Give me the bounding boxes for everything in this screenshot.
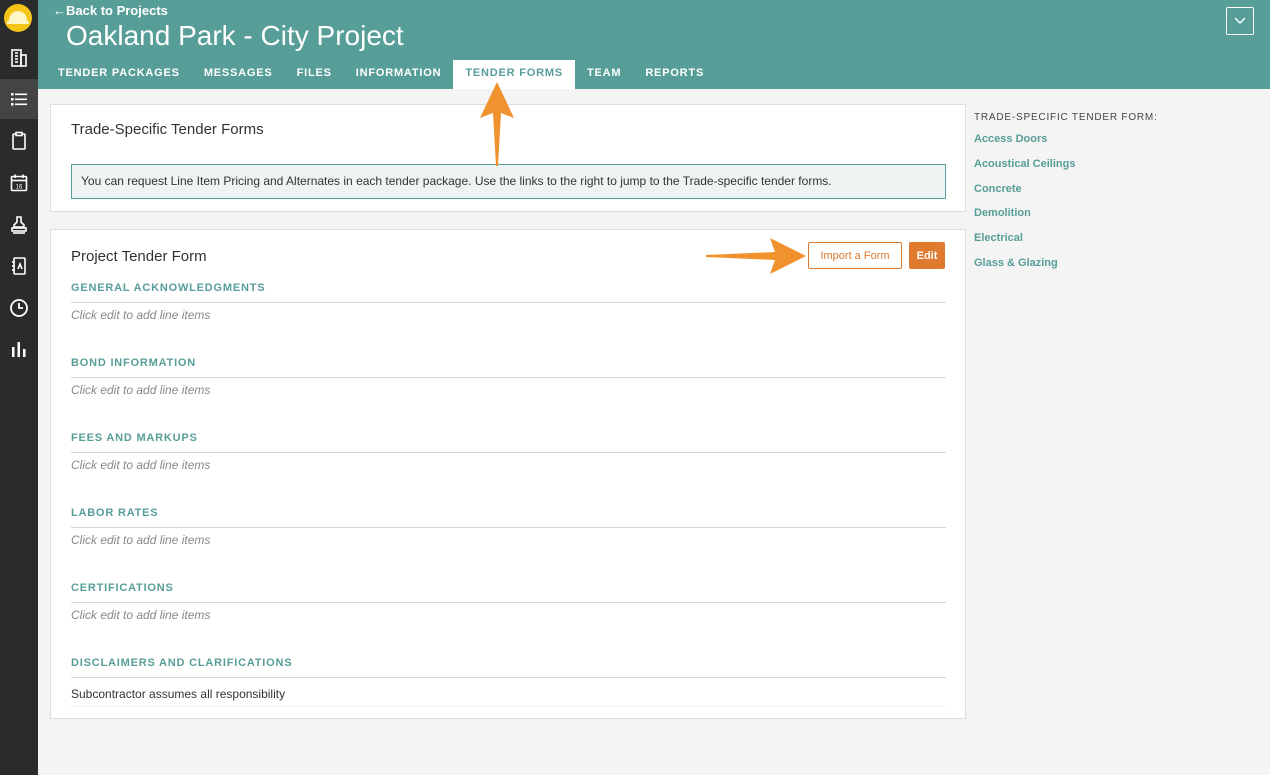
trade-link-concrete[interactable]: Concrete bbox=[974, 183, 1158, 208]
section-line-item: Click edit to add line items bbox=[71, 383, 211, 397]
calendar-day-label: 16 bbox=[16, 185, 23, 191]
section-line-item: Click edit to add line items bbox=[71, 533, 211, 547]
form-section: DISCLAIMERS AND CLARIFICATIONS Subcontra… bbox=[71, 657, 946, 707]
section-heading: BOND INFORMATION bbox=[71, 357, 197, 369]
divider bbox=[71, 377, 946, 378]
tab-team[interactable]: TEAM bbox=[575, 60, 633, 89]
section-line-item: Click edit to add line items bbox=[71, 608, 211, 622]
project-tabs: TENDER PACKAGES MESSAGES FILES INFORMATI… bbox=[46, 60, 716, 89]
stamp-icon[interactable] bbox=[0, 205, 38, 245]
form-section: LABOR RATES Click edit to add line items bbox=[71, 507, 946, 547]
divider bbox=[71, 452, 946, 453]
sidebar-heading: TRADE-SPECIFIC TENDER FORM: bbox=[974, 112, 1158, 123]
form-section: BOND INFORMATION Click edit to add line … bbox=[71, 357, 946, 397]
trade-link-access-doors[interactable]: Access Doors bbox=[974, 133, 1158, 158]
tab-files[interactable]: FILES bbox=[285, 60, 344, 89]
tab-reports[interactable]: REPORTS bbox=[633, 60, 716, 89]
tab-information[interactable]: INFORMATION bbox=[344, 60, 454, 89]
chevron-down-icon bbox=[1234, 17, 1246, 25]
trade-link-demolition[interactable]: Demolition bbox=[974, 207, 1158, 232]
project-tender-form-panel: Project Tender Form Import a Form Edit G… bbox=[50, 229, 966, 719]
divider bbox=[71, 677, 946, 678]
section-line-item: Click edit to add line items bbox=[71, 458, 211, 472]
form-section: GENERAL ACKNOWLEDGMENTS Click edit to ad… bbox=[71, 282, 946, 322]
info-notice: You can request Line Item Pricing and Al… bbox=[71, 164, 946, 199]
clipboard-icon[interactable] bbox=[0, 121, 38, 161]
project-header: ←Back to Projects Oakland Park - City Pr… bbox=[38, 0, 1270, 89]
project-panel-title: Project Tender Form bbox=[71, 248, 207, 265]
tab-tender-packages[interactable]: TENDER PACKAGES bbox=[46, 60, 192, 89]
divider bbox=[71, 602, 946, 603]
building-icon[interactable] bbox=[0, 38, 38, 78]
right-arrow-annotation-icon bbox=[706, 238, 806, 274]
trade-link-acoustical-ceilings[interactable]: Acoustical Ceilings bbox=[974, 158, 1158, 183]
trade-link-electrical[interactable]: Electrical bbox=[974, 232, 1158, 257]
back-to-projects-link[interactable]: ←Back to Projects bbox=[53, 3, 168, 18]
form-section: CERTIFICATIONS Click edit to add line it… bbox=[71, 582, 946, 622]
up-arrow-annotation-icon bbox=[480, 82, 514, 166]
section-heading: DISCLAIMERS AND CLARIFICATIONS bbox=[71, 657, 293, 669]
page-title: Oakland Park - City Project bbox=[66, 20, 404, 51]
list-icon[interactable] bbox=[0, 79, 38, 119]
import-form-button[interactable]: Import a Form bbox=[808, 242, 902, 269]
divider bbox=[71, 706, 946, 707]
divider bbox=[71, 527, 946, 528]
calendar-icon[interactable]: 16 bbox=[0, 163, 38, 203]
section-heading: CERTIFICATIONS bbox=[71, 582, 174, 594]
header-dropdown-button[interactable] bbox=[1226, 7, 1254, 35]
section-heading: FEES AND MARKUPS bbox=[71, 432, 198, 444]
section-line-item: Click edit to add line items bbox=[71, 308, 211, 322]
clock-icon[interactable] bbox=[0, 288, 38, 328]
section-heading: GENERAL ACKNOWLEDGMENTS bbox=[71, 282, 266, 294]
form-section: FEES AND MARKUPS Click edit to add line … bbox=[71, 432, 946, 472]
trade-sidebar: TRADE-SPECIFIC TENDER FORM: Access Doors… bbox=[974, 112, 1158, 282]
trade-link-glass-glazing[interactable]: Glass & Glazing bbox=[974, 257, 1158, 282]
address-book-icon[interactable] bbox=[0, 246, 38, 286]
edit-button[interactable]: Edit bbox=[909, 242, 945, 269]
section-heading: LABOR RATES bbox=[71, 507, 159, 519]
bar-chart-icon[interactable] bbox=[0, 329, 38, 369]
tab-messages[interactable]: MESSAGES bbox=[192, 60, 285, 89]
hard-hat-logo-icon[interactable] bbox=[3, 3, 33, 33]
section-line-item: Subcontractor assumes all responsibility bbox=[71, 687, 286, 701]
trade-panel-title: Trade-Specific Tender Forms bbox=[71, 121, 264, 138]
divider bbox=[71, 302, 946, 303]
left-rail: 16 bbox=[0, 0, 38, 775]
